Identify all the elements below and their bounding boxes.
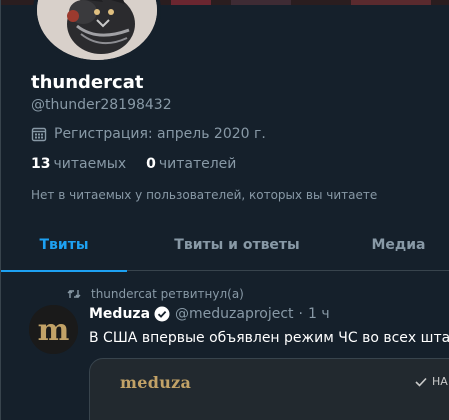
tab-tweets-label: Твиты [39,236,89,253]
retweet-context[interactable]: thundercat ретвитнул(а) [67,287,244,301]
tab-tweets-and-replies-label: Твиты и ответы [174,236,300,253]
calendar-icon [31,127,47,142]
tweet-author-name[interactable]: Meduza [89,306,150,322]
followers-you-know-note: Нет в читаемых у пользователей, которых … [31,188,378,202]
following-count: 13 [31,156,51,172]
followers-count: 0 [146,156,156,172]
profile-tabs: Твиты Твиты и ответы Медиа [1,218,449,272]
tweet-link-card[interactable]: meduza НА [89,358,449,420]
tab-media[interactable]: Медиа [347,218,449,271]
checkmark-icon [415,377,427,387]
profile-joined-date: Регистрация: апрель 2020 г. [31,126,266,142]
retweet-label: thundercat ретвитнул(а) [91,287,244,301]
tweet-author-avatar[interactable]: m [29,305,78,354]
profile-page: thundercat @thunder28198432 Регистрация:… [0,0,449,420]
tweet-author-handle[interactable]: @meduzaproject [175,306,294,322]
profile-display-name: thundercat [31,72,144,93]
tweet-timestamp[interactable]: 1 ч [308,306,330,322]
svg-text:m: m [38,313,70,348]
card-logo: meduza [120,373,192,392]
tweet-separator: · [298,306,303,322]
verified-icon [154,306,170,322]
tab-tweets[interactable]: Твиты [1,218,127,272]
card-badge: НА [415,375,448,388]
following-link[interactable]: 13 читаемых [31,156,126,172]
joined-label: Регистрация: апрель 2020 г. [54,126,266,142]
followers-link[interactable]: 0 читателей [146,156,236,172]
tweet-text: В США впервые объявлен режим ЧС во всех … [89,330,449,346]
tab-tweets-and-replies[interactable]: Твиты и ответы [127,218,347,271]
followers-label: читателей [158,156,237,172]
tab-media-label: Медиа [371,236,426,253]
card-badge-label: НА [432,375,448,388]
tweet-header: Meduza @meduzaproject · 1 ч [89,306,330,322]
active-tab-indicator [1,270,127,272]
profile-stats: 13 читаемых 0 читателей [31,156,236,172]
profile-handle: @thunder28198432 [31,97,172,113]
retweet-icon [67,290,81,298]
profile-avatar[interactable] [33,0,161,64]
following-label: читаемых [53,156,127,172]
